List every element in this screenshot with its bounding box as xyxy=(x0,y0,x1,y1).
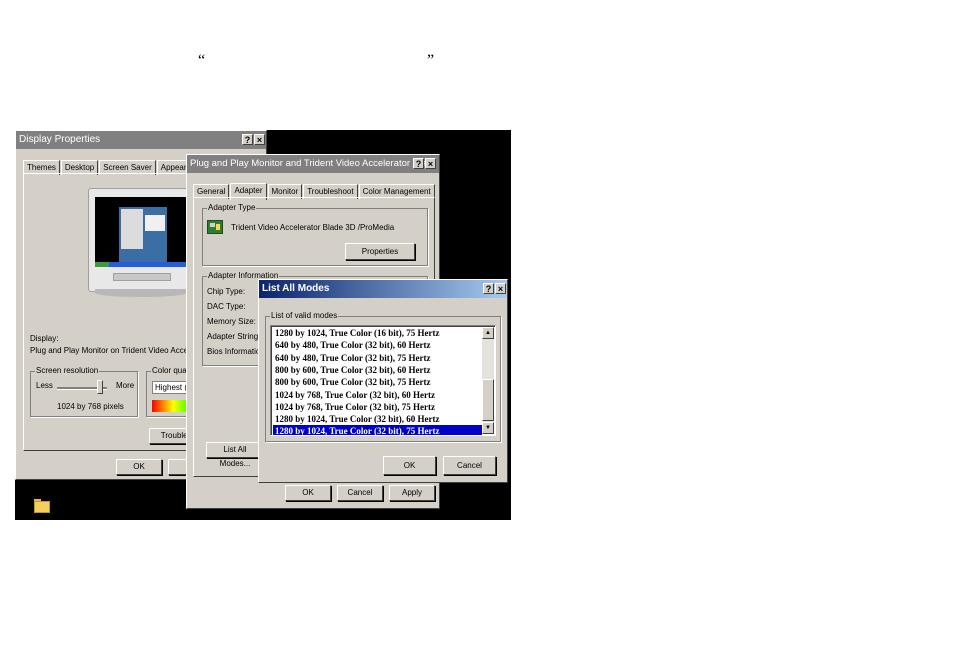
close-button[interactable]: × xyxy=(495,283,506,294)
modes-ok-button[interactable]: OK xyxy=(383,456,436,475)
help-button[interactable]: ? xyxy=(483,283,494,294)
resolution-less-label: Less xyxy=(36,381,53,390)
mode-list-item[interactable]: 1280 by 1024, True Color (16 bit), 75 He… xyxy=(273,327,482,339)
modes-scrollbar[interactable]: ▲ ▼ xyxy=(482,327,494,434)
monitor-cancel-button[interactable]: Cancel xyxy=(337,485,383,501)
adapter-string-label: Adapter String: xyxy=(207,332,261,341)
display-properties-title: Display Properties xyxy=(19,134,101,145)
video-card-icon xyxy=(207,220,223,234)
modes-listbox[interactable]: 1280 by 1024, True Color (16 bit), 75 He… xyxy=(270,325,496,436)
adapter-type-legend: Adapter Type xyxy=(207,203,257,212)
list-all-modes-titlebar[interactable]: List All Modes xyxy=(259,280,507,298)
close-button[interactable]: × xyxy=(254,134,265,145)
help-button[interactable]: ? xyxy=(242,134,253,145)
modes-cancel-button[interactable]: Cancel xyxy=(443,456,496,475)
memory-size-label: Memory Size: xyxy=(207,317,256,326)
list-all-modes-button[interactable]: List All Modes... xyxy=(206,442,264,468)
mode-list-item[interactable]: 1280 by 1024, True Color (32 bit), 60 He… xyxy=(273,413,482,425)
folder-icon[interactable] xyxy=(34,499,50,513)
close-button[interactable]: × xyxy=(425,158,436,169)
mode-list-item[interactable]: 1024 by 768, True Color (32 bit), 60 Her… xyxy=(273,389,482,401)
display-ok-button[interactable]: OK xyxy=(116,459,162,475)
monitor-properties-title: Plug and Play Monitor and Trident Video … xyxy=(190,158,427,169)
open-quote: “ xyxy=(198,52,206,69)
mode-list-item[interactable]: 800 by 600, True Color (32 bit), 60 Hert… xyxy=(273,364,482,376)
desktop-screenshot: Display Properties ? × Themes Desktop Scre… xyxy=(15,130,511,520)
mode-list-item[interactable]: 640 by 480, True Color (32 bit), 60 Hert… xyxy=(273,339,482,351)
valid-modes-legend: List of valid modes xyxy=(270,311,339,320)
adapter-type-group: Adapter Type Trident Video Accelerator B… xyxy=(202,203,428,266)
help-button[interactable]: ? xyxy=(413,158,424,169)
list-all-modes-title: List All Modes xyxy=(262,283,330,294)
adapter-properties-button[interactable]: Properties xyxy=(345,243,415,260)
resolution-slider-thumb[interactable] xyxy=(97,380,103,394)
close-quote: ” xyxy=(427,52,435,69)
scroll-up-button[interactable]: ▲ xyxy=(482,327,494,339)
scroll-down-button[interactable]: ▼ xyxy=(482,422,494,434)
adapter-name: Trident Video Accelerator Blade 3D /ProM… xyxy=(231,223,395,232)
resolution-value: 1024 by 768 pixels xyxy=(57,402,124,411)
list-all-modes-dialog: List All Modes ? × List of valid modes 1… xyxy=(258,279,508,483)
screen-resolution-group: Screen resolution Less More 1024 by 768 … xyxy=(30,366,138,417)
scroll-thumb[interactable] xyxy=(482,379,494,421)
monitor-ok-button[interactable]: OK xyxy=(285,485,331,501)
monitor-icon xyxy=(88,188,194,297)
display-properties-titlebar[interactable]: Display Properties xyxy=(16,131,266,149)
display-label: Display: xyxy=(30,334,59,343)
monitor-properties-titlebar[interactable]: Plug and Play Monitor and Trident Video … xyxy=(187,155,439,173)
dac-type-label: DAC Type: xyxy=(207,302,246,311)
mode-list-item[interactable]: 800 by 600, True Color (32 bit), 75 Hert… xyxy=(273,376,482,388)
screen-resolution-legend: Screen resolution xyxy=(35,366,100,375)
monitor-apply-button[interactable]: Apply xyxy=(389,485,435,501)
mode-list-item[interactable]: 640 by 480, True Color (32 bit), 75 Hert… xyxy=(273,352,482,364)
chip-type-label: Chip Type: xyxy=(207,287,246,296)
mode-list-item[interactable]: 1024 by 768, True Color (32 bit), 75 Her… xyxy=(273,401,482,413)
mode-list-item[interactable]: 1280 by 1024, True Color (32 bit), 75 He… xyxy=(273,425,482,435)
resolution-more-label: More xyxy=(116,381,135,390)
